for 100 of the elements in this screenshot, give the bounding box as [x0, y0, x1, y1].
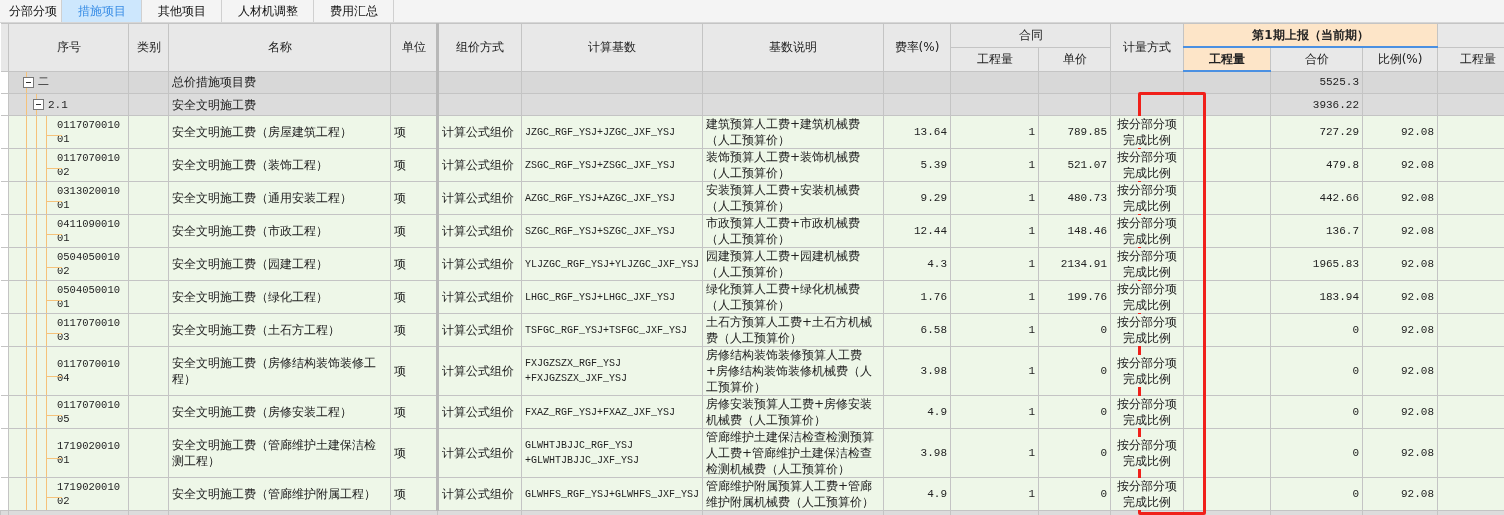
- table-cell: 1: [950, 115, 1039, 149]
- tab[interactable]: 费用汇总: [314, 0, 394, 22]
- table-cell: 183.94: [1270, 280, 1363, 314]
- column-header[interactable]: 序号: [8, 23, 129, 71]
- row-number: 2.1: [48, 97, 68, 113]
- table-cell: 计算公式组价: [437, 214, 522, 248]
- table-cell: 92.08: [1362, 395, 1438, 429]
- table-cell: 计算公式组价: [437, 247, 522, 281]
- table-cell: 按分部分项完成比例: [1115, 314, 1179, 346]
- table-cell: 0: [1038, 477, 1111, 511]
- column-header[interactable]: 基数说明: [702, 23, 884, 71]
- table-cell: 计算公式组价: [437, 346, 522, 396]
- table-cell: ZSGC_RGF_YSJ+ZSGC_JXF_YSJ: [521, 148, 703, 182]
- table-cell: 92.08: [1362, 214, 1438, 248]
- column-group-header: 第1期上报（当前期）: [1183, 23, 1438, 47]
- tab[interactable]: 其他项目: [142, 0, 222, 22]
- row-number: 171902001001: [57, 439, 121, 467]
- table-cell: 按分部分项完成比例: [1115, 116, 1179, 148]
- table-cell: 1: [950, 313, 1039, 347]
- table-cell: 项: [390, 247, 438, 281]
- tab[interactable]: 人材机调整: [222, 0, 314, 22]
- collapse-toggle[interactable]: [33, 99, 44, 110]
- column-header[interactable]: 计算基数: [521, 23, 703, 71]
- table-cell: 442.66: [1270, 181, 1363, 215]
- table-cell: 安全文明施工费（装饰工程）: [168, 148, 391, 182]
- table-cell: 按分部分项完成比例: [1115, 396, 1179, 428]
- table-cell: 安全文明施工费（通用安装工程）: [168, 181, 391, 215]
- table-cell: 1: [950, 247, 1039, 281]
- collapse-toggle[interactable]: [23, 76, 34, 88]
- table-cell: 148.46: [1038, 214, 1111, 248]
- table-cell: 1: [950, 395, 1039, 429]
- row-number: 二: [38, 75, 49, 91]
- table-cell: TSFGC_RGF_YSJ+TSFGC_JXF_YSJ: [521, 313, 703, 347]
- table-cell: 92.08: [1362, 181, 1438, 215]
- table-cell: 92.08: [1362, 148, 1438, 182]
- table-cell: 0: [1270, 346, 1363, 396]
- column-header[interactable]: 类别: [128, 23, 169, 71]
- table-cell: SZGC_RGF_YSJ+SZGC_JXF_YSJ: [521, 214, 703, 248]
- table-cell: 0: [1038, 395, 1111, 429]
- table-cell: 项: [390, 280, 438, 314]
- column-header[interactable]: 名称: [168, 23, 391, 71]
- column-header[interactable]: 合价: [1270, 47, 1363, 71]
- table-cell: 计算公式组价: [437, 115, 522, 149]
- table-cell: 521.07: [1038, 148, 1111, 182]
- column-header[interactable]: 计量方式: [1110, 23, 1184, 71]
- table-cell: 按分部分项完成比例: [1115, 437, 1179, 469]
- column-header[interactable]: 组价方式: [437, 23, 522, 71]
- column-header[interactable]: 单位: [390, 23, 438, 71]
- table-cell: 4.3: [883, 247, 951, 281]
- table-cell: 1: [950, 214, 1039, 248]
- table-cell: 项: [390, 395, 438, 429]
- column-header[interactable]: 费率(%): [883, 23, 951, 71]
- table-cell: 计算公式组价: [437, 313, 522, 347]
- table-cell: 789.85: [1038, 115, 1111, 149]
- table-cell: 总价措施项目费: [168, 71, 391, 94]
- table-cell: 项: [390, 115, 438, 149]
- table-cell: 安全文明施工费（土石方工程）: [168, 313, 391, 347]
- table-cell: 0: [1038, 313, 1111, 347]
- table-cell: FXAZ_RGF_YSJ+FXAZ_JXF_YSJ: [521, 395, 703, 429]
- table-cell: 房修安装预算人工费+房修安装机械费（人工预算价）: [702, 395, 884, 429]
- table-cell: 项: [390, 346, 438, 396]
- table-cell: 按分部分项完成比例: [1115, 215, 1179, 247]
- column-header[interactable]: 工程量: [950, 47, 1039, 71]
- table-cell: 计算公式组价: [437, 477, 522, 511]
- table-cell: 0: [1038, 346, 1111, 396]
- table-cell: 1965.83: [1270, 247, 1363, 281]
- table-cell: 4.9: [883, 477, 951, 511]
- table-cell: 13.64: [883, 115, 951, 149]
- table-cell: 479.8: [1270, 148, 1363, 182]
- row-number: 011707001004: [57, 357, 121, 385]
- table-cell: 1: [950, 346, 1039, 396]
- table-cell: 92.08: [1362, 115, 1438, 149]
- table-cell: 管廊维护土建保洁检查检测预算人工费+管廊维护土建保洁检查检测机械费（人工预算价）: [702, 428, 884, 478]
- table-cell: 1: [950, 148, 1039, 182]
- table-cell: 0: [1270, 395, 1363, 429]
- table-cell: 按分部分项完成比例: [1115, 149, 1179, 181]
- table-cell: 92.08: [1362, 247, 1438, 281]
- table-cell: 4.9: [883, 395, 951, 429]
- table-cell: 园建预算人工费+园建机械费（人工预算价）: [702, 247, 884, 281]
- table-cell: 计算公式组价: [437, 181, 522, 215]
- table-cell: 市政预算人工费+市政机械费（人工预算价）: [702, 214, 884, 248]
- table-cell: 3.98: [883, 428, 951, 478]
- table-cell: 92.08: [1362, 280, 1438, 314]
- table-cell: 按分部分项完成比例: [1115, 281, 1179, 313]
- table-cell: 安全文明施工费: [168, 93, 391, 116]
- table-cell: 92.08: [1362, 346, 1438, 396]
- table-cell: 9.29: [883, 181, 951, 215]
- table-cell: 92.08: [1362, 313, 1438, 347]
- table-cell: 92.08: [1362, 477, 1438, 511]
- table-cell: 6.58: [883, 313, 951, 347]
- table-cell: 136.7: [1270, 214, 1363, 248]
- table-cell: 安全文明施工费（市政工程）: [168, 214, 391, 248]
- table-cell: 安全文明施工费（管廊维护土建保洁检测工程）: [168, 428, 391, 478]
- table-cell: 安全文明施工费（房修结构装饰装修工程）: [168, 346, 391, 396]
- table-cell: 安全文明施工费（房修安装工程）: [168, 395, 391, 429]
- table-cell: 1: [950, 181, 1039, 215]
- table-cell: LHGC_RGF_YSJ+LHGC_JXF_YSJ: [521, 280, 703, 314]
- table-cell: 建筑预算人工费+建筑机械费（人工预算价）: [702, 115, 884, 149]
- table-cell: 项: [390, 148, 438, 182]
- table-cell: 0: [1270, 428, 1363, 478]
